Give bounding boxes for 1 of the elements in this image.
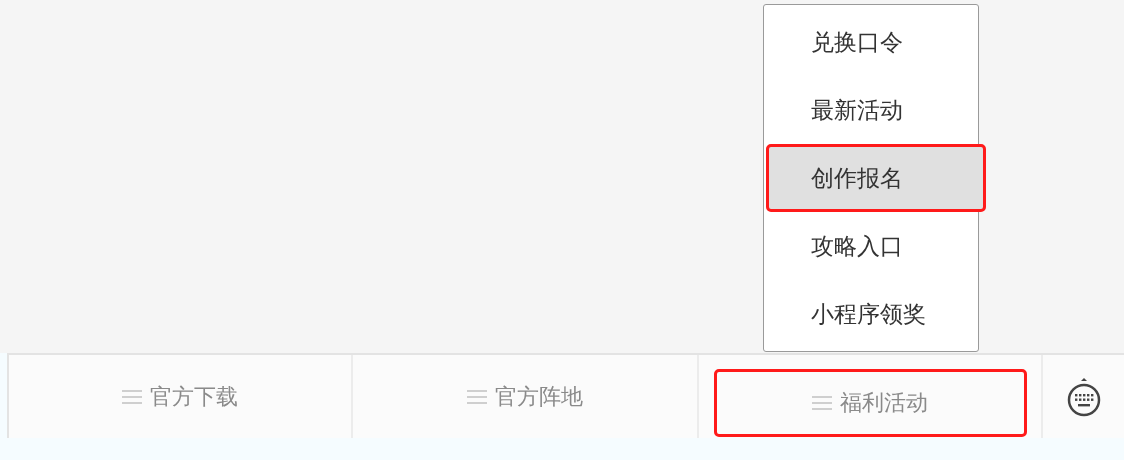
menu-item[interactable]: 创作报名 (766, 144, 986, 212)
